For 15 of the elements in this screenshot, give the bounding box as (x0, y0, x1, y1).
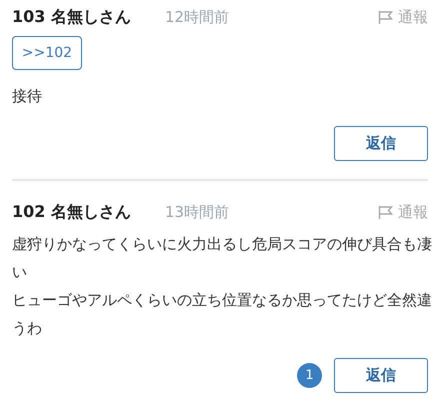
post-time: 13時間前 (164, 202, 230, 222)
report-button[interactable]: 通報 (378, 8, 428, 26)
post-text: 虚狩りかなってくらいに火力出るし危局スコアの伸び具合も凄い (12, 234, 433, 283)
reply-count-badge[interactable]: 1 (297, 363, 322, 388)
post-text: 接待 (12, 86, 43, 107)
post-author: 103 名無しさん (12, 6, 131, 28)
flag-icon (378, 10, 394, 24)
reply-button[interactable]: 返信 (334, 126, 428, 161)
quote-link-button[interactable]: >>102 (12, 36, 82, 70)
reply-button[interactable]: 返信 (334, 358, 428, 393)
report-button[interactable]: 通報 (378, 202, 428, 222)
post-time: 12時間前 (164, 8, 230, 26)
post-author: 102 名無しさん (12, 202, 131, 222)
post-text: ヒューゴやアルペくらいの立ち位置なるか思ってたけど全然違うわ (12, 290, 433, 339)
flag-icon (378, 205, 394, 219)
